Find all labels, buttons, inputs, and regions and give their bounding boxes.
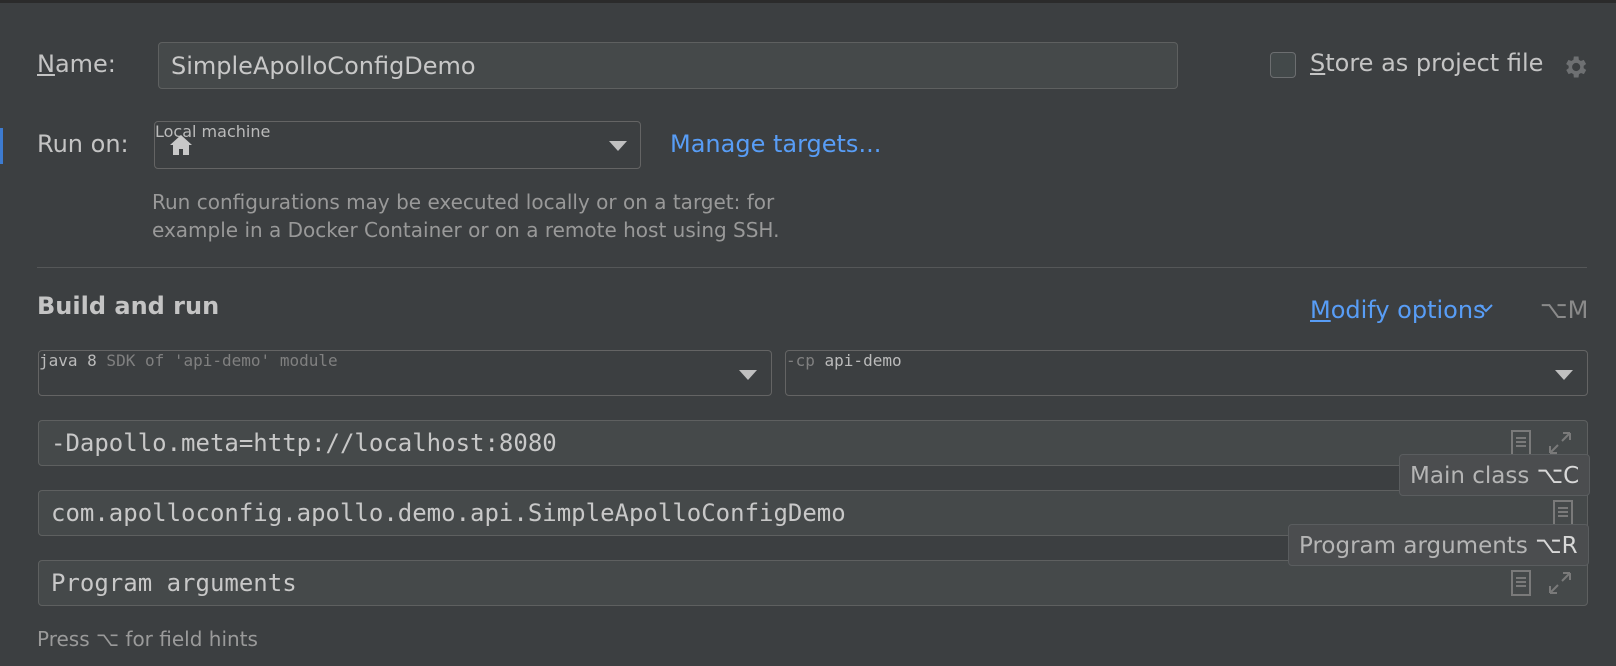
modify-options-shortcut: ⌥M [1540, 296, 1589, 324]
store-as-project-file-checkbox[interactable] [1270, 52, 1296, 78]
run-on-label: Run on: [37, 130, 129, 158]
gear-icon[interactable] [1561, 53, 1589, 81]
expand-icon[interactable] [1547, 570, 1573, 596]
main-class-tooltip: Main class ⌥C [1399, 454, 1591, 496]
program-arguments-placeholder: Program arguments [51, 569, 297, 597]
help-line-2: example in a Docker Container or on a re… [152, 218, 780, 242]
selection-marker [0, 128, 3, 164]
name-input[interactable]: SimpleApolloConfigDemo [158, 42, 1178, 89]
jdk-dropdown[interactable]: java 8 SDK of 'api-demo' module [38, 350, 772, 396]
run-on-help: Run configurations may be executed local… [152, 188, 779, 244]
document-icon[interactable] [1511, 570, 1531, 596]
home-icon [169, 134, 193, 156]
program-arguments-tooltip: Program arguments ⌥R [1288, 524, 1589, 566]
chevron-down-icon [609, 141, 627, 151]
chevron-down-icon[interactable] [1478, 302, 1494, 314]
run-on-dropdown[interactable]: Local machine [154, 121, 641, 169]
chevron-down-icon [739, 370, 757, 380]
main-class-value: com.apolloconfig.apollo.demo.api.SimpleA… [51, 499, 846, 527]
name-input-value: SimpleApolloConfigDemo [171, 51, 476, 80]
chevron-down-icon [1555, 370, 1573, 380]
store-as-project-file-label[interactable]: Store as project file [1310, 49, 1543, 77]
document-icon[interactable] [1511, 430, 1531, 456]
document-icon[interactable] [1553, 500, 1573, 526]
top-border [0, 0, 1616, 3]
field-hints-text: Press ⌥ for field hints [37, 627, 258, 651]
divider [37, 267, 1587, 268]
jdk-value: java 8 SDK of 'api-demo' module [39, 351, 338, 370]
expand-icon[interactable] [1547, 430, 1573, 456]
classpath-dropdown[interactable]: -cp api-demo [785, 350, 1588, 396]
vm-options-input[interactable]: -Dapollo.meta=http://localhost:8080 [38, 420, 1588, 466]
build-and-run-title: Build and run [37, 292, 220, 320]
manage-targets-link[interactable]: Manage targets... [670, 130, 881, 158]
classpath-value: -cp api-demo [786, 351, 902, 370]
help-line-1: Run configurations may be executed local… [152, 190, 775, 214]
modify-options-link[interactable]: Modify options [1310, 296, 1486, 324]
name-label: Name: [37, 50, 116, 78]
vm-options-value: -Dapollo.meta=http://localhost:8080 [51, 429, 557, 457]
